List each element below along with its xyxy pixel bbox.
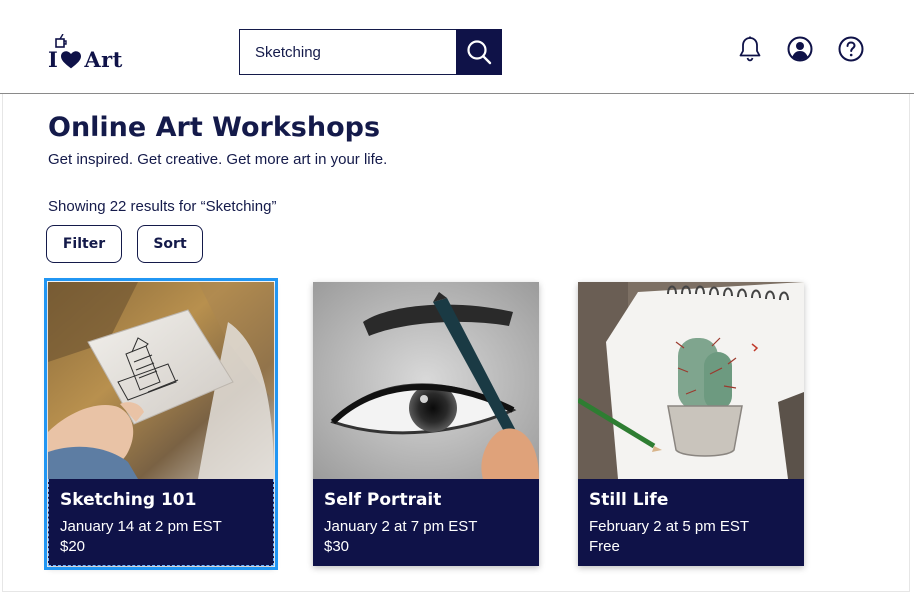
sort-button[interactable]: Sort	[137, 225, 203, 263]
bell-icon	[739, 36, 761, 62]
card-price: $20	[60, 538, 86, 555]
card-price: Free	[589, 538, 620, 555]
search-icon	[467, 40, 492, 65]
brush-cup-icon	[55, 34, 67, 48]
workshop-image-sketchbook	[48, 282, 274, 479]
site-header: I Art	[0, 0, 914, 94]
card-price: $30	[324, 538, 350, 555]
card-title: Self Portrait	[324, 490, 442, 510]
help-icon	[838, 36, 864, 62]
card-title: Still Life	[589, 490, 669, 510]
workshop-card-sketching-101[interactable]: Sketching 101 January 14 at 2 pm EST $20	[44, 278, 278, 570]
account-button[interactable]	[787, 36, 813, 62]
search-button[interactable]	[456, 29, 502, 75]
card-date: February 2 at 5 pm EST	[589, 518, 750, 535]
page-tagline: Get inspired. Get creative. Get more art…	[48, 151, 388, 168]
notifications-button[interactable]	[737, 36, 763, 62]
logo-letter: I	[48, 47, 59, 72]
workshop-image-cactus-drawing	[578, 282, 804, 479]
logo-word: Art	[84, 47, 123, 72]
heart-icon	[61, 51, 82, 69]
workshop-image-eye-drawing	[313, 282, 539, 479]
search-bar	[239, 29, 502, 75]
results-count: Showing 22 results for “Sketching”	[48, 198, 277, 215]
card-date: January 2 at 7 pm EST	[324, 518, 478, 535]
search-input[interactable]	[239, 29, 456, 75]
site-logo[interactable]: I Art	[48, 34, 123, 70]
card-title: Sketching 101	[60, 490, 197, 510]
filter-button[interactable]: Filter	[46, 225, 122, 263]
help-button[interactable]	[838, 36, 864, 62]
workshop-card-self-portrait[interactable]: Self Portrait January 2 at 7 pm EST $30	[313, 282, 539, 566]
account-icon	[787, 36, 813, 62]
workshop-card-still-life[interactable]: Still Life February 2 at 5 pm EST Free	[578, 282, 804, 566]
card-date: January 14 at 2 pm EST	[60, 518, 222, 535]
page-title: Online Art Workshops	[48, 112, 381, 143]
